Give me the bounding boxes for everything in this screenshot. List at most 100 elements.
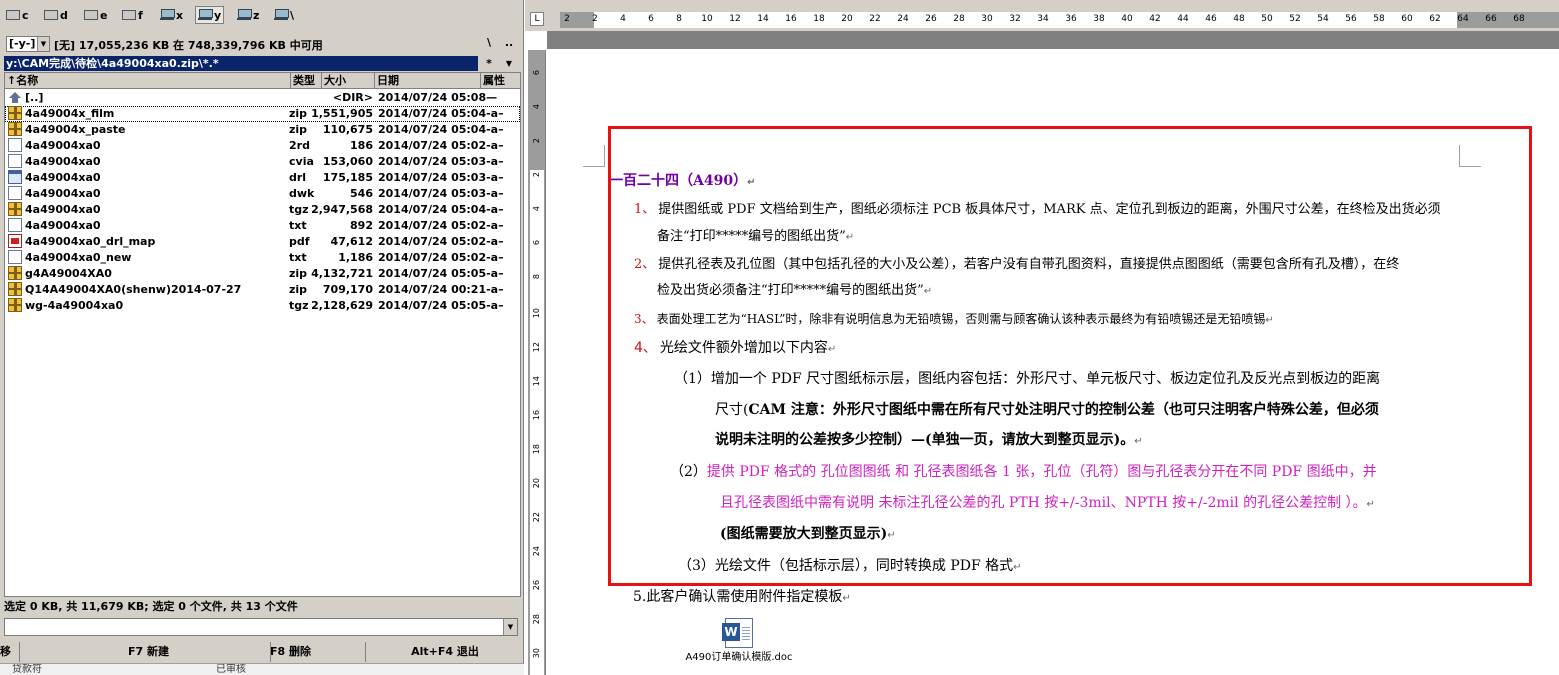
file-size: 175,185	[322, 171, 373, 184]
ruler-number: 50	[1261, 14, 1273, 24]
ruler-number: 12	[729, 14, 741, 24]
ruler-number: 10	[701, 14, 713, 24]
document-page[interactable]: 一百二十四（A490）↵ 1、 提供图纸或 PDF 文档给到生产，图纸必须标注 P…	[547, 49, 1559, 675]
file-row[interactable]: 4a49004xa0_drl_map pdf 47,612 2014/07/24 05…	[5, 234, 520, 250]
file-date: 2014/07/24 05:02-a–	[378, 235, 504, 248]
file-date: 2014/07/24 05:02-a–	[378, 251, 504, 264]
file-row[interactable]: 4a49004xa0 cvia 153,060 2014/07/24 05:03-a–	[5, 154, 520, 170]
file-row[interactable]: 4a49004x_film zip 1,551,905 2014/07/24 05:0…	[5, 106, 520, 122]
highlight-annotation-box	[608, 126, 1532, 586]
file-name: 4a49004x_film	[25, 107, 115, 120]
f8-delete-button[interactable]: F8 删除	[230, 642, 366, 662]
vertical-ruler-number: 20	[532, 478, 541, 489]
file-name: 4a49004xa0	[25, 155, 101, 168]
ruler-number: 30	[981, 14, 993, 24]
command-line-input[interactable]: ▼	[4, 618, 518, 636]
ruler-number: 34	[1037, 14, 1049, 24]
tab-stop-selector[interactable]: L	[530, 12, 544, 26]
file-name: 4a49004xa0_drl_map	[25, 235, 156, 248]
vertical-ruler-number: 16	[532, 410, 541, 421]
alt-f4-exit-button[interactable]: Alt+F4 退出	[366, 642, 524, 662]
zip-icon	[8, 298, 22, 312]
file-row[interactable]: 4a49004xa0 dwk 546 2014/07/24 05:03-a–	[5, 186, 520, 202]
column-attr[interactable]: 属性	[481, 73, 520, 89]
vertical-ruler-number: 4	[532, 104, 541, 110]
file-row[interactable]: 4a49004xa0 tgz 2,947,568 2014/07/24 05:04-a…	[5, 202, 520, 218]
file-date: 2014/07/24 05:05-a–	[378, 299, 504, 312]
item-5-line-1: 5.此客户确认需使用附件指定模板↵	[633, 589, 851, 605]
file-row[interactable]: 4a49004xa0 txt 892 2014/07/24 05:02-a–	[5, 218, 520, 234]
file-size: 546	[350, 187, 373, 200]
file-row[interactable]: Q14A49004XA0(shenw)2014-07-27 zip 709,170 2…	[5, 282, 520, 298]
drive-select[interactable]: [-y-] ▼	[6, 36, 50, 52]
page-top-shadow	[547, 31, 1559, 49]
file-row[interactable]: 4a49004xa0 2rd 186 2014/07/24 05:02-a–	[5, 138, 520, 154]
drive-c-button[interactable]: c	[4, 6, 31, 24]
ruler-number: 14	[757, 14, 769, 24]
file-date: 2014/07/24 05:04-a–	[378, 123, 504, 136]
embedded-doc-attachment[interactable]: A490订单确认模版.doc	[684, 618, 794, 663]
vertical-ruler-number: 14	[532, 376, 541, 387]
column-date[interactable]: 日期	[375, 73, 481, 89]
root-dir-button[interactable]: \	[480, 34, 498, 52]
file-name: 4a49004xa0	[25, 139, 101, 152]
vertical-ruler-number: 24	[532, 546, 541, 557]
ruler-scale: 2 2 4 6 8 10 12 14 16 18 20 22 24 26 28 30 32 34 36 38 40 42 4…	[560, 12, 1559, 28]
file-size: 709,170	[322, 283, 373, 296]
file-row[interactable]: 4a49004xa0 drl 175,185 2014/07/24 05:03-a–	[5, 170, 520, 186]
file-row[interactable]: 4a49004xa0_new txt 1,186 2014/07/24 05:02-a…	[5, 250, 520, 266]
network-root-button[interactable]: \	[272, 6, 296, 24]
drive-bar: c d e f x y z \	[0, 5, 524, 27]
ruler-number: 64	[1457, 14, 1469, 24]
file-list-header: ↑名称 类型 大小 日期 属性	[5, 73, 520, 89]
network-drive-icon	[237, 9, 252, 21]
file-row[interactable]: 4a49004x_paste zip 110,675 2014/07/24 05:04…	[5, 122, 520, 138]
drive-y-button[interactable]: y	[195, 6, 225, 24]
drive-x-button[interactable]: x	[158, 6, 185, 24]
file-row[interactable]: wg-4a49004xa0 tgz 2,128,629 2014/07/24 05:0…	[5, 298, 520, 314]
file-size: <DIR>	[332, 91, 373, 104]
ruler-number: 46	[1205, 14, 1217, 24]
file-date: 2014/07/24 05:03-a–	[378, 187, 504, 200]
vertical-ruler-number: 6	[532, 70, 541, 76]
column-type[interactable]: 类型	[291, 73, 322, 89]
file-date: 2014/07/24 05:04-a–	[378, 107, 504, 120]
drive-e-button[interactable]: e	[82, 6, 109, 24]
ruler-number: 16	[785, 14, 797, 24]
f6-move-button[interactable]: 移动	[0, 642, 20, 675]
drive-z-button[interactable]: z	[235, 6, 261, 24]
file-size: 1,551,905	[311, 107, 373, 120]
network-drive-icon	[198, 9, 213, 21]
zip-icon	[8, 106, 22, 120]
file-size: 4,132,721	[311, 267, 373, 280]
file-icon	[8, 218, 22, 232]
file-date: 2014/07/24 05:05-a–	[378, 267, 504, 280]
drive-f-button[interactable]: f	[120, 6, 145, 24]
ruler-number: 36	[1065, 14, 1077, 24]
vertical-ruler[interactable]: 6 4 2 2 4 6 8 10 12 14 16 18 20 22 24 26 28 30	[528, 50, 546, 675]
parent-dir-button[interactable]: ..	[500, 34, 518, 52]
column-name[interactable]: ↑名称	[5, 73, 291, 89]
file-size: 2,128,629	[311, 299, 373, 312]
file-name: wg-4a49004xa0	[25, 299, 124, 312]
toolbar-edge	[525, 0, 1559, 9]
ruler-number: 18	[813, 14, 825, 24]
file-row[interactable]: [..] <DIR> 2014/07/24 05:08—	[5, 90, 520, 106]
file-name: 4a49004x_paste	[25, 123, 126, 136]
vertical-ruler-number: 4	[532, 206, 541, 212]
column-size[interactable]: 大小	[322, 73, 375, 89]
ruler-number: 2	[564, 14, 570, 24]
vertical-ruler-number: 2	[532, 172, 541, 178]
file-row[interactable]: g4A49004XA0 zip 4,132,721 2014/07/24 05:05-…	[5, 266, 520, 282]
history-dropdown-button[interactable]: ▼	[500, 55, 518, 73]
file-date: 2014/07/24 05:04-a–	[378, 203, 504, 216]
history-button[interactable]: *	[480, 55, 498, 73]
file-date: 2014/07/24 05:02-a–	[378, 139, 504, 152]
file-date: 2014/07/24 05:02-a–	[378, 219, 504, 232]
file-rows: [..] <DIR> 2014/07/24 05:08— 4a49004x_film z…	[5, 90, 520, 314]
ruler-number: 48	[1233, 14, 1245, 24]
horizontal-ruler[interactable]: L 2 2 4 6 8 10 12 14 16 18 20 22 24 26 28 30 32 34 36 38 40 4…	[525, 9, 1559, 31]
drive-d-button[interactable]: d	[42, 6, 70, 24]
file-size: 153,060	[322, 155, 373, 168]
ruler-number: 26	[925, 14, 937, 24]
